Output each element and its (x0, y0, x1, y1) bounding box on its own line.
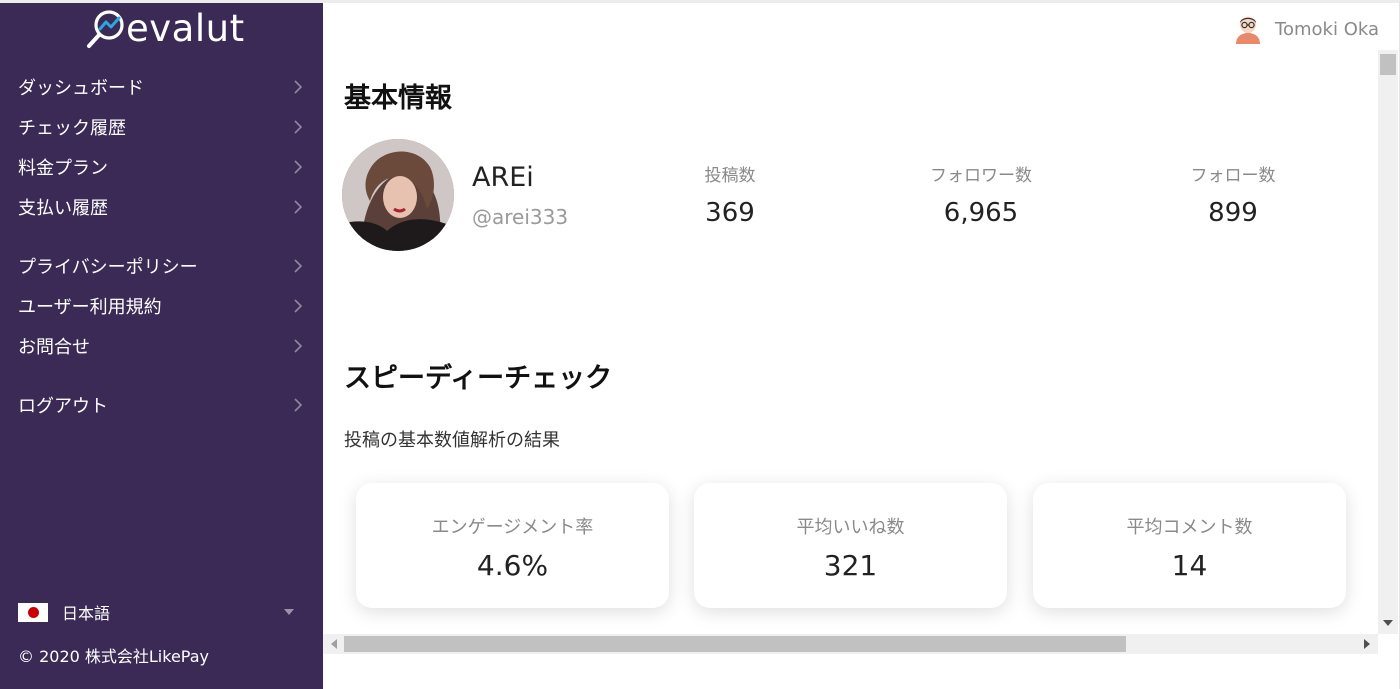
sidebar-item-logout[interactable]: ログアウト (0, 385, 323, 425)
stat-posts: 投稿数 369 (650, 161, 810, 228)
user-menu[interactable]: Tomoki Oka (1233, 11, 1379, 47)
metric-label: 平均いいね数 (796, 517, 905, 538)
chevron-right-icon (294, 339, 303, 353)
sidebar-item-terms[interactable]: ユーザー利用規約 (0, 286, 323, 326)
vertical-scrollbar[interactable] (1378, 50, 1398, 634)
speedy-check-title: スピーディーチェック (344, 363, 613, 394)
stat-value: 369 (705, 198, 755, 228)
sidebar-item-check-history[interactable]: チェック履歴 (0, 107, 323, 147)
profile-avatar (342, 139, 454, 251)
stat-label: フォロー数 (1190, 166, 1276, 186)
sidebar-item-label: ダッシュボード (18, 78, 144, 99)
chevron-right-icon (294, 200, 303, 214)
app-window: evalut ダッシュボード チェック履歴 料金プラン 支払い履歴 プライバシー… (0, 0, 1400, 689)
stat-label: フォロワー数 (930, 166, 1032, 186)
sidebar-item-label: ログアウト (18, 396, 108, 417)
speedy-check-subtitle: 投稿の基本数値解析の結果 (344, 430, 560, 451)
horizontal-scrollbar[interactable] (323, 634, 1378, 654)
japan-flag-icon (18, 602, 48, 622)
metric-value: 4.6% (476, 549, 549, 582)
stat-value: 899 (1208, 198, 1258, 228)
sidebar-item-label: プライバシーポリシー (18, 257, 198, 278)
stat-followers: フォロワー数 6,965 (901, 161, 1061, 228)
metric-label: 平均コメント数 (1126, 517, 1253, 538)
metric-label: エンゲージメント率 (431, 517, 594, 538)
chevron-right-icon (294, 398, 303, 412)
brand-logo[interactable]: evalut (86, 7, 245, 51)
main-content: 基本情報 AREi @arei333 投稿数 369 フォロワー数 6,965 … (323, 50, 1378, 634)
horizontal-scroll-thumb[interactable] (344, 636, 1126, 652)
metric-card-avg-likes: 平均いいね数 321 (694, 483, 1007, 608)
stat-label: 投稿数 (704, 166, 756, 186)
chevron-right-icon (294, 259, 303, 273)
magnifier-chart-icon (87, 10, 124, 48)
language-selector[interactable]: 日本語 (18, 600, 302, 624)
scroll-left-arrow-icon[interactable] (331, 639, 337, 649)
metric-value: 321 (823, 549, 878, 582)
chevron-right-icon (294, 80, 303, 94)
user-name: Tomoki Oka (1275, 18, 1379, 40)
scroll-down-arrow-icon[interactable] (1383, 620, 1393, 626)
sidebar-item-pricing[interactable]: 料金プラン (0, 147, 323, 187)
sidebar-item-label: 料金プラン (18, 158, 108, 179)
scroll-right-arrow-icon[interactable] (1364, 639, 1370, 649)
metric-card-avg-comments: 平均コメント数 14 (1033, 483, 1346, 608)
caret-down-icon (284, 609, 294, 615)
sidebar-item-label: チェック履歴 (18, 118, 126, 139)
metric-value: 14 (1171, 549, 1208, 582)
language-label: 日本語 (62, 604, 111, 623)
brand-name: evalut (126, 7, 245, 50)
sidebar-item-label: ユーザー利用規約 (18, 297, 162, 318)
sidebar-item-label: 支払い履歴 (18, 198, 108, 219)
vertical-scroll-thumb[interactable] (1380, 54, 1396, 75)
stat-following: フォロー数 899 (1153, 161, 1313, 228)
stat-value: 6,965 (943, 198, 1019, 228)
chevron-right-icon (294, 299, 303, 313)
sidebar-item-privacy-policy[interactable]: プライバシーポリシー (0, 246, 323, 286)
sidebar: evalut ダッシュボード チェック履歴 料金プラン 支払い履歴 プライバシー… (0, 3, 323, 689)
chevron-right-icon (294, 160, 303, 174)
sidebar-item-dashboard[interactable]: ダッシュボード (0, 67, 323, 107)
metric-card-engagement: エンゲージメント率 4.6% (356, 483, 669, 608)
sidebar-item-payment-history[interactable]: 支払い履歴 (0, 187, 323, 227)
basic-info-title: 基本情報 (344, 83, 452, 114)
profile-name: AREi (472, 162, 534, 193)
sidebar-nav: ダッシュボード チェック履歴 料金プラン 支払い履歴 プライバシーポリシー ユー… (0, 67, 323, 425)
user-avatar-icon (1236, 17, 1261, 44)
chevron-right-icon (294, 120, 303, 134)
profile-photo-image (342, 139, 454, 251)
copyright-text: © 2020 株式会社LikePay (18, 647, 209, 666)
sidebar-item-label: お問合せ (18, 337, 90, 358)
profile-handle: @arei333 (472, 205, 569, 229)
sidebar-item-contact[interactable]: お問合せ (0, 326, 323, 366)
